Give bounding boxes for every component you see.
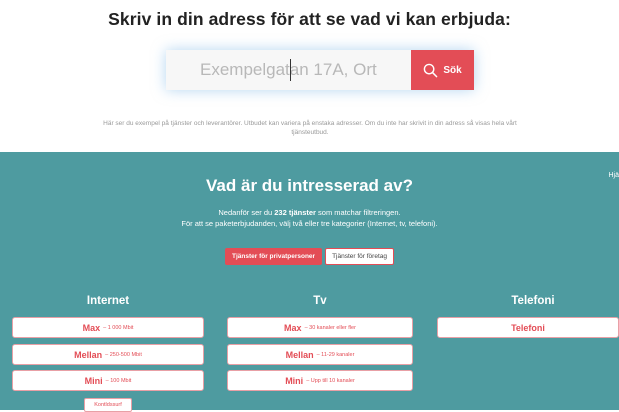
tv-mellan-option[interactable]: Mellan – 11-29 kanaler [227, 344, 413, 365]
info-text: Här ser du exempel på tjänster och lever… [103, 120, 517, 136]
desc-before: Nedanför ser du [218, 208, 275, 217]
business-services-button[interactable]: Tjänster för företag [325, 248, 394, 265]
section-description: Nedanför ser du 232 tjänster som matchar… [0, 207, 619, 229]
section-title: Vad är du intresserad av? [206, 176, 413, 195]
address-search: Sök [166, 50, 474, 90]
option-detail: – 11-29 kanaler [316, 351, 355, 358]
option-name: Mini [285, 375, 304, 386]
option-name: Telefoni [511, 322, 545, 333]
internet-mellan-option[interactable]: Mellan – 250-500 Mbit [12, 344, 204, 365]
tv-mini-option[interactable]: Mini – Upp till 10 kanaler [227, 370, 413, 391]
option-name: Mini [84, 375, 103, 386]
internet-heading: Internet [86, 295, 130, 307]
interest-section: Hjä Vad är du intresserad av? Nedanför s… [0, 152, 619, 412]
search-button[interactable]: Sök [411, 50, 474, 90]
search-icon [424, 63, 438, 77]
telefoni-heading: Telefoni [511, 295, 555, 307]
option-detail: – 250-500 Mbit [105, 351, 142, 358]
option-name: Max [284, 322, 302, 333]
service-count: 232 tjänster [274, 208, 316, 217]
desc-line2: För att se paketerbjudanden, välj två el… [181, 219, 438, 228]
tv-max-option[interactable]: Max – 30 kanaler eller fler [227, 317, 413, 338]
private-services-button[interactable]: Tjänster för privatpersoner [225, 248, 323, 265]
internet-mini-option[interactable]: Mini – 100 Mbit [12, 370, 204, 391]
option-name: Mellan [74, 349, 103, 360]
telefoni-option[interactable]: Telefoni [437, 317, 619, 338]
search-button-label: Sök [443, 64, 462, 76]
option-detail: – Upp till 10 kanaler [306, 377, 355, 384]
desc-after: som matchar filtreringen. [315, 208, 401, 217]
internet-max-option[interactable]: Max – 1 000 Mbit [12, 317, 204, 338]
option-detail: – 30 kanaler eller fler [304, 324, 356, 331]
option-detail: – 100 Mbit [105, 377, 132, 384]
page-headline: Skriv in din adress för att se vad vi ka… [108, 9, 511, 29]
option-name: Mellan [285, 349, 314, 360]
customer-type-toggle: Tjänster för privatpersoner Tjänster för… [0, 248, 619, 265]
option-name: Max [82, 322, 101, 333]
text-caret [290, 59, 291, 81]
tv-heading: Tv [313, 295, 327, 307]
address-input[interactable] [166, 50, 411, 90]
option-detail: – 1 000 Mbit [103, 324, 134, 331]
address-section: Skriv in din adress för att se vad vi ka… [0, 0, 619, 152]
